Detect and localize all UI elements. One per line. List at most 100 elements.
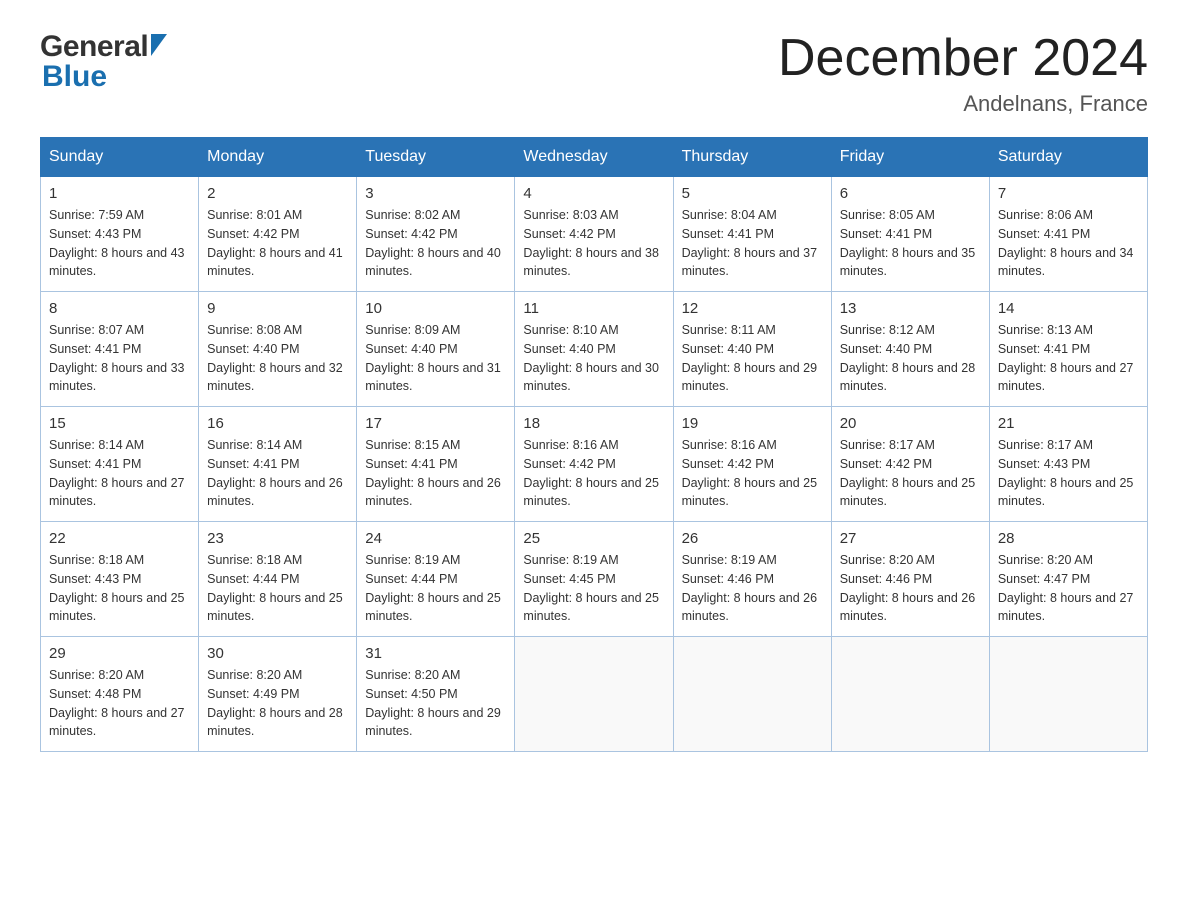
title-section: December 2024 Andelnans, France [778,30,1148,117]
day-number: 3 [365,185,506,202]
day-info: Sunrise: 8:03 AMSunset: 4:42 PMDaylight:… [523,206,664,281]
calendar-week-row: 8Sunrise: 8:07 AMSunset: 4:41 PMDaylight… [41,292,1148,407]
calendar-header-row: SundayMondayTuesdayWednesdayThursdayFrid… [41,138,1148,177]
day-info: Sunrise: 7:59 AMSunset: 4:43 PMDaylight:… [49,206,190,281]
day-number: 18 [523,415,664,432]
day-number: 23 [207,530,348,547]
calendar-week-row: 29 Sunrise: 8:20 AMSunset: 4:48 PMDayligh… [41,637,1148,752]
day-number: 27 [840,530,981,547]
day-number: 24 [365,530,506,547]
day-number: 12 [682,300,823,317]
day-info: Sunrise: 8:12 AMSunset: 4:40 PMDaylight:… [840,321,981,396]
day-number: 17 [365,415,506,432]
day-number: 29 [49,645,190,662]
location-subtitle: Andelnans, France [778,91,1148,117]
calendar-cell: 20 Sunrise: 8:17 AMSunset: 4:42 PMDayligh… [831,407,989,522]
day-info: Sunrise: 8:18 AMSunset: 4:43 PMDaylight:… [49,551,190,626]
calendar-cell: 23 Sunrise: 8:18 AMSunset: 4:44 PMDayligh… [199,522,357,637]
day-info: Sunrise: 8:08 AMSunset: 4:40 PMDaylight:… [207,321,348,396]
calendar-cell: 16 Sunrise: 8:14 AMSunset: 4:41 PMDayligh… [199,407,357,522]
day-info: Sunrise: 8:18 AMSunset: 4:44 PMDaylight:… [207,551,348,626]
calendar-week-row: 1 Sunrise: 7:59 AMSunset: 4:43 PMDaylight… [41,177,1148,292]
day-info: Sunrise: 8:19 AMSunset: 4:45 PMDaylight:… [523,551,664,626]
day-number: 20 [840,415,981,432]
day-info: Sunrise: 8:09 AMSunset: 4:40 PMDaylight:… [365,321,506,396]
calendar-cell [831,637,989,752]
calendar-cell: 26 Sunrise: 8:19 AMSunset: 4:46 PMDayligh… [673,522,831,637]
day-info: Sunrise: 8:04 AMSunset: 4:41 PMDaylight:… [682,206,823,281]
day-number: 1 [49,185,190,202]
calendar-cell: 11 Sunrise: 8:10 AMSunset: 4:40 PMDayligh… [515,292,673,407]
column-header-tuesday: Tuesday [357,138,515,177]
calendar-cell: 3Sunrise: 8:02 AMSunset: 4:42 PMDaylight… [357,177,515,292]
column-header-wednesday: Wednesday [515,138,673,177]
day-info: Sunrise: 8:20 AMSunset: 4:48 PMDaylight:… [49,666,190,741]
calendar-week-row: 15 Sunrise: 8:14 AMSunset: 4:41 PMDayligh… [41,407,1148,522]
day-info: Sunrise: 8:16 AMSunset: 4:42 PMDaylight:… [523,436,664,511]
calendar-cell: 29 Sunrise: 8:20 AMSunset: 4:48 PMDayligh… [41,637,199,752]
day-number: 25 [523,530,664,547]
logo: General Blue [40,30,167,94]
day-number: 2 [207,185,348,202]
calendar-cell: 25 Sunrise: 8:19 AMSunset: 4:45 PMDayligh… [515,522,673,637]
day-number: 9 [207,300,348,317]
calendar-cell: 17 Sunrise: 8:15 AMSunset: 4:41 PMDayligh… [357,407,515,522]
day-number: 11 [523,300,664,317]
calendar-cell: 7 Sunrise: 8:06 AMSunset: 4:41 PMDaylight… [989,177,1147,292]
day-info: Sunrise: 8:10 AMSunset: 4:40 PMDaylight:… [523,321,664,396]
day-number: 30 [207,645,348,662]
column-header-thursday: Thursday [673,138,831,177]
day-number: 16 [207,415,348,432]
calendar-cell: 15 Sunrise: 8:14 AMSunset: 4:41 PMDayligh… [41,407,199,522]
calendar-cell: 28Sunrise: 8:20 AMSunset: 4:47 PMDayligh… [989,522,1147,637]
day-info: Sunrise: 8:15 AMSunset: 4:41 PMDaylight:… [365,436,506,511]
day-info: Sunrise: 8:20 AMSunset: 4:47 PMDaylight:… [998,551,1139,626]
day-number: 7 [998,185,1139,202]
calendar-cell [515,637,673,752]
day-info: Sunrise: 8:06 AMSunset: 4:41 PMDaylight:… [998,206,1139,281]
day-info: Sunrise: 8:14 AMSunset: 4:41 PMDaylight:… [49,436,190,511]
calendar-cell: 6Sunrise: 8:05 AMSunset: 4:41 PMDaylight… [831,177,989,292]
calendar-cell: 30Sunrise: 8:20 AMSunset: 4:49 PMDayligh… [199,637,357,752]
day-number: 31 [365,645,506,662]
calendar-cell: 18 Sunrise: 8:16 AMSunset: 4:42 PMDayligh… [515,407,673,522]
day-number: 22 [49,530,190,547]
calendar-cell [989,637,1147,752]
calendar-cell: 19Sunrise: 8:16 AMSunset: 4:42 PMDayligh… [673,407,831,522]
calendar-cell: 24 Sunrise: 8:19 AMSunset: 4:44 PMDayligh… [357,522,515,637]
day-info: Sunrise: 8:13 AMSunset: 4:41 PMDaylight:… [998,321,1139,396]
day-info: Sunrise: 8:19 AMSunset: 4:44 PMDaylight:… [365,551,506,626]
column-header-friday: Friday [831,138,989,177]
column-header-sunday: Sunday [41,138,199,177]
calendar-cell: 14Sunrise: 8:13 AMSunset: 4:41 PMDayligh… [989,292,1147,407]
logo-general-text: General [40,30,148,64]
column-header-monday: Monday [199,138,357,177]
day-number: 10 [365,300,506,317]
day-info: Sunrise: 8:19 AMSunset: 4:46 PMDaylight:… [682,551,823,626]
calendar-table: SundayMondayTuesdayWednesdayThursdayFrid… [40,137,1148,752]
calendar-cell: 13Sunrise: 8:12 AMSunset: 4:40 PMDayligh… [831,292,989,407]
day-number: 19 [682,415,823,432]
day-number: 5 [682,185,823,202]
day-info: Sunrise: 8:20 AMSunset: 4:46 PMDaylight:… [840,551,981,626]
day-info: Sunrise: 8:11 AMSunset: 4:40 PMDaylight:… [682,321,823,396]
day-info: Sunrise: 8:20 AMSunset: 4:50 PMDaylight:… [365,666,506,741]
day-number: 8 [49,300,190,317]
calendar-cell: 1 Sunrise: 7:59 AMSunset: 4:43 PMDaylight… [41,177,199,292]
day-info: Sunrise: 8:14 AMSunset: 4:41 PMDaylight:… [207,436,348,511]
day-info: Sunrise: 8:01 AMSunset: 4:42 PMDaylight:… [207,206,348,281]
day-number: 26 [682,530,823,547]
month-title: December 2024 [778,30,1148,87]
day-number: 15 [49,415,190,432]
calendar-cell: 4 Sunrise: 8:03 AMSunset: 4:42 PMDaylight… [515,177,673,292]
logo-triangle-icon [151,34,167,56]
calendar-cell: 10 Sunrise: 8:09 AMSunset: 4:40 PMDayligh… [357,292,515,407]
column-header-saturday: Saturday [989,138,1147,177]
calendar-cell: 5 Sunrise: 8:04 AMSunset: 4:41 PMDaylight… [673,177,831,292]
day-number: 21 [998,415,1139,432]
calendar-cell: 8Sunrise: 8:07 AMSunset: 4:41 PMDaylight… [41,292,199,407]
day-info: Sunrise: 8:17 AMSunset: 4:42 PMDaylight:… [840,436,981,511]
day-number: 4 [523,185,664,202]
calendar-cell: 31 Sunrise: 8:20 AMSunset: 4:50 PMDayligh… [357,637,515,752]
calendar-cell: 2 Sunrise: 8:01 AMSunset: 4:42 PMDaylight… [199,177,357,292]
